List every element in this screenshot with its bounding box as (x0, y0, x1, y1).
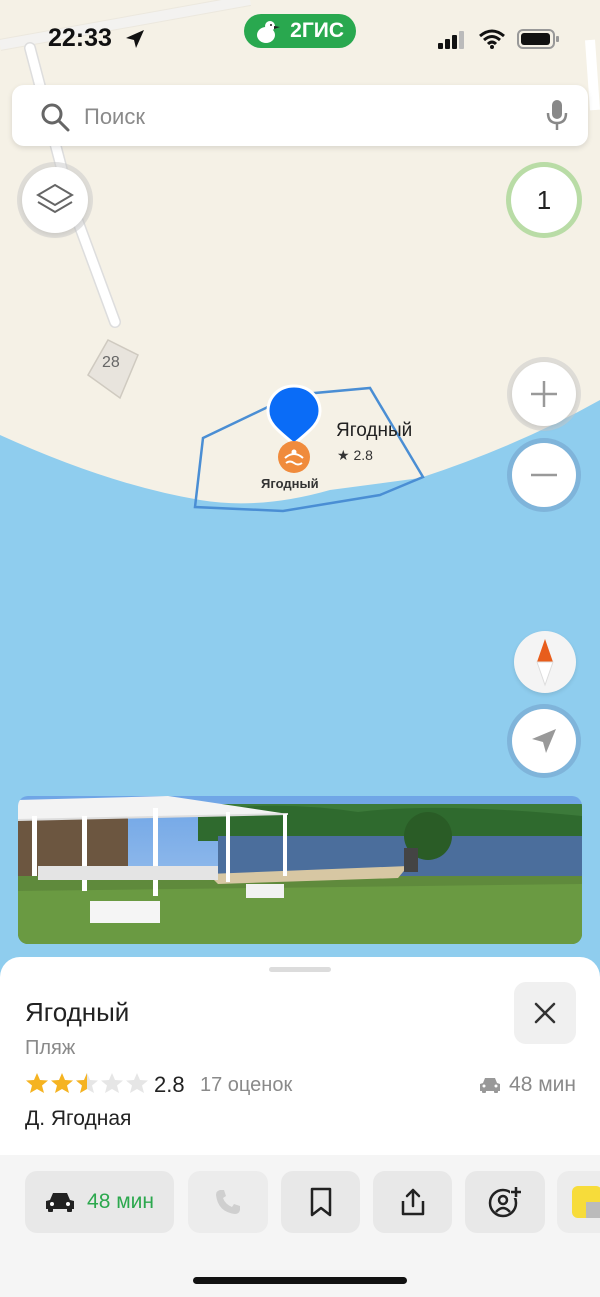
bookmark-button[interactable] (281, 1171, 360, 1233)
brand-name: 2ГИС (290, 19, 344, 42)
star-empty-icon (126, 1073, 148, 1093)
battery-icon (517, 29, 559, 49)
star-full-icon (26, 1073, 48, 1093)
goose-icon (257, 21, 280, 43)
search-icon (41, 103, 70, 132)
route-button[interactable]: 48 мин (25, 1171, 174, 1233)
star-full-icon (51, 1073, 73, 1093)
mic-icon[interactable] (546, 99, 568, 131)
status-bar: 22:33 2ГИС (0, 0, 600, 80)
wifi-icon (479, 29, 505, 49)
place-category: Пляж (25, 1037, 76, 1059)
navigate-icon (532, 729, 556, 753)
route-time: 48 мин (87, 1190, 154, 1213)
rating-stars (25, 1072, 149, 1094)
more-button[interactable] (557, 1171, 600, 1233)
place-address: Д. Ягодная (25, 1107, 132, 1130)
home-indicator[interactable] (193, 1277, 407, 1284)
layers-button[interactable] (22, 167, 88, 233)
close-button[interactable] (514, 982, 576, 1044)
zoom-out-button[interactable] (512, 443, 576, 507)
beach-photo (18, 796, 582, 944)
compass-icon (536, 639, 554, 687)
drive-time-label: 48 мин (509, 1073, 576, 1096)
building-number: 28 (102, 354, 120, 371)
place-photo[interactable] (18, 796, 582, 944)
map-pin-icon[interactable] (264, 384, 324, 446)
share-button[interactable] (373, 1171, 452, 1233)
drive-time: 48 мин (479, 1073, 576, 1097)
star-empty-icon (101, 1073, 123, 1093)
call-button[interactable] (188, 1171, 268, 1233)
layers-icon (36, 183, 74, 214)
car-icon (46, 1193, 75, 1212)
search-bar[interactable]: Поиск (12, 85, 588, 146)
app-icon (572, 1186, 600, 1218)
rating-count[interactable]: 17 оценок (200, 1074, 292, 1097)
search-input[interactable]: Поиск (84, 104, 145, 130)
share-icon (401, 1188, 424, 1216)
poi-name[interactable]: Ягодный (336, 420, 412, 442)
sheet-grabber[interactable] (269, 967, 331, 972)
add-friend-button[interactable] (465, 1171, 545, 1233)
signal-icon (438, 31, 464, 49)
minus-icon (531, 473, 557, 477)
counter-button[interactable]: 1 (511, 167, 577, 233)
close-icon (534, 1002, 556, 1024)
zoom-in-button[interactable] (512, 362, 576, 426)
phone-icon (216, 1190, 240, 1214)
action-bar: 48 мин (0, 1155, 600, 1297)
car-icon (480, 1078, 501, 1093)
beach-icon (278, 441, 310, 473)
map-view[interactable]: 28 Ягодный Ягодный ★ 2.8 22:33 2ГИС Поис… (0, 0, 600, 1000)
location-arrow-icon (126, 30, 144, 48)
plus-icon (531, 381, 557, 407)
add-friend-icon (488, 1186, 522, 1218)
locate-me-button[interactable] (512, 709, 576, 773)
rating-value: 2.8 (154, 1072, 185, 1097)
star-half-icon (76, 1073, 98, 1093)
poi-icon-label: Ягодный (261, 476, 319, 491)
compass-button[interactable] (514, 631, 576, 693)
place-title: Ягодный (25, 997, 130, 1027)
status-time: 22:33 (48, 24, 112, 52)
poi-rating: ★ 2.8 (337, 447, 373, 463)
brand-badge[interactable]: 2ГИС (244, 14, 356, 48)
bookmark-icon (310, 1187, 331, 1217)
